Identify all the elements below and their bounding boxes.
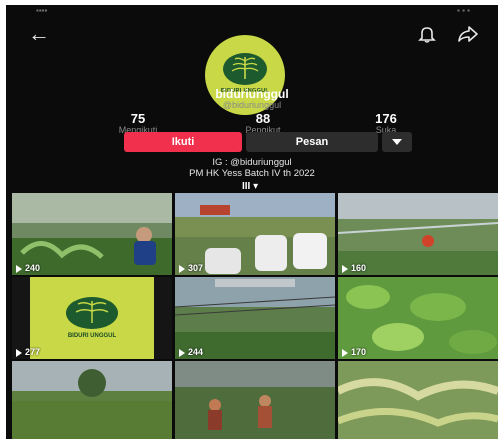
videos-grid-tab[interactable]: III ▾ [242,181,258,192]
view-count-text: 307 [188,263,204,273]
video-thumbnail[interactable]: 307 [175,193,335,275]
view-count: 170 [342,347,366,357]
play-icon [342,264,348,273]
video-grid: 240 307 160 BIDURI UNGGUL 277 244 170 [12,193,498,439]
message-button[interactable]: Pesan [246,132,378,152]
video-thumbnail[interactable]: 160 [338,193,498,275]
play-icon [179,348,185,357]
username: biduriunggul [215,87,289,101]
caret-down-icon [392,139,402,145]
view-count-text: 240 [25,263,41,273]
view-count: 277 [16,347,40,357]
view-count: 240 [16,263,40,273]
view-count: 307 [179,263,203,273]
video-thumbnail[interactable]: 170 [338,277,498,359]
bio-line-instagram: IG : @biduriunggul [212,157,292,168]
share-icon[interactable] [458,25,478,43]
status-icons: ▪ ▪ ▪ [457,6,470,15]
follow-button[interactable]: Ikuti [124,132,242,152]
bell-icon[interactable] [418,25,436,43]
likes-count: 176 [375,111,397,126]
play-icon [179,264,185,273]
thumbnail-logo-text: BIDURI UNGGUL [67,333,117,339]
video-thumbnail[interactable]: BIDURI UNGGUL 277 [12,277,172,359]
view-count-text: 160 [351,263,367,273]
video-thumbnail[interactable] [12,361,172,439]
video-thumbnail[interactable] [338,361,498,439]
back-arrow-icon[interactable]: ← [28,23,50,45]
view-count: 160 [342,263,366,273]
play-icon [16,264,22,273]
view-count: 244 [179,347,203,357]
thumbnail-image [175,361,335,439]
play-icon [342,348,348,357]
followers-count: 88 [255,111,271,126]
user-handle: @biduriunggul [222,100,282,110]
video-thumbnail[interactable]: 244 [175,277,335,359]
bio-line-program: PM HK Yess Batch IV th 2022 [189,168,315,179]
thumbnail-image [338,361,498,439]
view-count-text: 244 [188,347,204,357]
status-bar: ▪▪▪▪ ▪ ▪ ▪ [6,5,498,17]
thumbnail-image [12,361,172,439]
status-time: ▪▪▪▪ [36,6,48,15]
view-count-text: 277 [25,347,41,357]
view-count-text: 170 [351,347,367,357]
more-options-button[interactable] [382,132,412,152]
play-icon [16,348,22,357]
video-thumbnail[interactable] [175,361,335,439]
video-thumbnail[interactable]: 240 [12,193,172,275]
profile-screen: ▪▪▪▪ ▪ ▪ ▪ ← BIDURI UNGGUL biduriunggul … [6,5,498,439]
following-count: 75 [130,111,146,126]
